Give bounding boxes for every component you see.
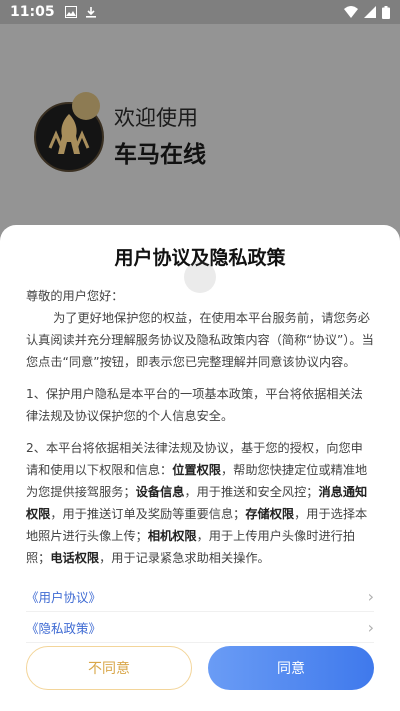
logo-badge-icon	[72, 92, 100, 120]
battery-icon	[382, 5, 390, 19]
privacy-dialog: 用户协议及隐私政策 尊敬的用户您好： 为了更好地保护您的权益，在使用本平台服务前…	[0, 225, 400, 711]
paragraph-privacy: 1、保护用户隐私是本平台的一项基本政策，平台将依据相关法律法规及协议保护您的个人…	[26, 387, 363, 423]
paragraph-intro: 为了更好地保护您的权益，在使用本平台服务前，请您务必认真阅读并充分理解服务协议及…	[26, 307, 374, 373]
permission-name: 设备信息	[135, 485, 185, 499]
disagree-button[interactable]: 不同意	[26, 646, 192, 690]
chevron-right-icon: ›	[367, 586, 374, 606]
permission-name: 存储权限	[245, 507, 295, 521]
wifi-icon	[344, 6, 358, 18]
watermark-logo-icon	[184, 261, 216, 293]
user-agreement-label: 《用户协议》	[26, 589, 102, 605]
permission-name: 位置权限	[172, 463, 221, 477]
agree-button[interactable]: 同意	[208, 646, 374, 690]
permission-text: ，用于记录紧急求助相关操作。	[99, 551, 270, 565]
image-icon	[64, 6, 77, 18]
paragraph-intro-text: 为了更好地保护您的权益，在使用本平台服务前，请您务必认真阅读并充分理解服务协议及…	[26, 311, 374, 369]
signal-icon	[364, 6, 376, 18]
dialog-content: 尊敬的用户您好： 为了更好地保护您的权益，在使用本平台服务前，请您务必认真阅读并…	[26, 285, 374, 569]
permission-name: 相机权限	[147, 529, 197, 543]
paragraph-permissions: 2、本平台将依据相关法律法规及协议，基于您的授权，向您申请和使用以下权限和信息：…	[26, 437, 374, 569]
permission-text: ，用于推送和安全风控；	[184, 485, 319, 499]
welcome-text: 欢迎使用	[114, 106, 198, 130]
privacy-policy-label: 《隐私政策》	[26, 620, 102, 636]
app-name: 车马在线	[114, 142, 206, 168]
status-bar: 11:05	[0, 0, 400, 24]
dialog-buttons: 不同意 同意	[26, 646, 374, 690]
status-left-icons	[64, 6, 97, 18]
user-agreement-link[interactable]: 《用户协议》 ›	[26, 581, 374, 612]
permission-text: ，用于推送订单及奖励等重要信息；	[50, 507, 246, 521]
privacy-policy-link[interactable]: 《隐私政策》 ›	[26, 612, 374, 643]
chevron-right-icon: ›	[367, 617, 374, 637]
download-icon	[85, 7, 96, 18]
permission-name: 电话权限	[50, 551, 100, 565]
status-right-icons	[344, 5, 390, 19]
status-time: 11:05	[10, 4, 55, 20]
